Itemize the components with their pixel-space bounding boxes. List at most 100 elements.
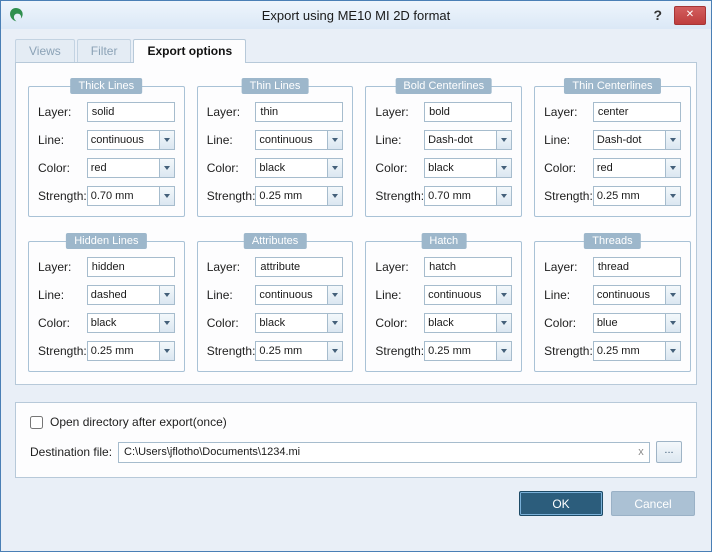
chevron-down-icon[interactable] (327, 187, 343, 205)
layer-input[interactable] (592, 102, 681, 122)
chevron-down-icon[interactable] (158, 342, 174, 360)
group-threads: Threads Layer: Line: Color: (534, 233, 691, 372)
line-dropdown-value[interactable] (593, 131, 665, 149)
help-button[interactable]: ? (649, 7, 666, 23)
open-directory-option[interactable]: Open directory after export(once) (30, 415, 682, 429)
color-dropdown[interactable] (592, 313, 681, 333)
chevron-down-icon[interactable] (664, 159, 680, 177)
cancel-button[interactable]: Cancel (611, 491, 695, 516)
color-dropdown[interactable] (424, 158, 513, 178)
color-dropdown[interactable] (424, 313, 513, 333)
strength-dropdown-value[interactable] (87, 187, 159, 205)
layer-input[interactable] (86, 102, 175, 122)
line-dropdown[interactable] (86, 130, 175, 150)
chevron-down-icon[interactable] (158, 286, 174, 304)
clear-input-button[interactable]: x (633, 442, 649, 462)
line-dropdown[interactable] (255, 130, 344, 150)
strength-dropdown[interactable] (86, 341, 175, 361)
line-label: Line: (375, 288, 402, 302)
line-dropdown-value[interactable] (256, 286, 328, 304)
line-dropdown[interactable] (592, 285, 681, 305)
line-dropdown-value[interactable] (256, 131, 328, 149)
layer-input[interactable] (86, 257, 175, 277)
tab-views[interactable]: Views (15, 39, 75, 62)
chevron-down-icon[interactable] (496, 286, 512, 304)
action-buttons: OK Cancel (17, 491, 695, 516)
color-dropdown[interactable] (86, 313, 175, 333)
chevron-down-icon[interactable] (327, 342, 343, 360)
strength-dropdown-value[interactable] (593, 187, 665, 205)
strength-dropdown-value[interactable] (256, 342, 328, 360)
line-dropdown-value[interactable] (87, 286, 159, 304)
strength-dropdown[interactable] (86, 186, 175, 206)
color-dropdown[interactable] (255, 158, 344, 178)
destination-file-input[interactable] (118, 441, 650, 463)
line-dropdown[interactable] (424, 130, 513, 150)
chevron-down-icon[interactable] (158, 314, 174, 332)
strength-dropdown[interactable] (255, 341, 344, 361)
line-dropdown[interactable] (592, 130, 681, 150)
line-dropdown-value[interactable] (593, 286, 665, 304)
color-dropdown-value[interactable] (87, 159, 159, 177)
line-dropdown[interactable] (255, 285, 344, 305)
chevron-down-icon[interactable] (158, 159, 174, 177)
close-button[interactable]: ✕ (674, 5, 706, 25)
line-dropdown-value[interactable] (87, 131, 159, 149)
strength-dropdown-value[interactable] (593, 342, 665, 360)
line-dropdown-value[interactable] (425, 286, 497, 304)
chevron-down-icon[interactable] (664, 342, 680, 360)
line-dropdown[interactable] (86, 285, 175, 305)
chevron-down-icon[interactable] (158, 131, 174, 149)
color-label: Color: (38, 161, 71, 175)
strength-dropdown[interactable] (592, 186, 681, 206)
color-dropdown[interactable] (592, 158, 681, 178)
chevron-down-icon[interactable] (327, 131, 343, 149)
chevron-down-icon[interactable] (496, 314, 512, 332)
color-dropdown-value[interactable] (593, 159, 665, 177)
strength-label: Strength: (38, 344, 87, 358)
layer-input[interactable] (255, 257, 344, 277)
layer-input[interactable] (592, 257, 681, 277)
browse-button[interactable]: ... (656, 441, 682, 463)
strength-dropdown[interactable] (424, 341, 513, 361)
chevron-down-icon[interactable] (158, 187, 174, 205)
strength-dropdown[interactable] (255, 186, 344, 206)
color-dropdown-value[interactable] (256, 314, 328, 332)
tab-export-options[interactable]: Export options (133, 39, 247, 63)
layer-input[interactable] (255, 102, 344, 122)
chevron-down-icon[interactable] (327, 159, 343, 177)
chevron-down-icon[interactable] (327, 286, 343, 304)
line-dropdown[interactable] (424, 285, 513, 305)
strength-dropdown[interactable] (592, 341, 681, 361)
chevron-down-icon[interactable] (327, 314, 343, 332)
chevron-down-icon[interactable] (496, 159, 512, 177)
titlebar[interactable]: Export using ME10 MI 2D format ? ✕ (1, 1, 711, 29)
layer-input[interactable] (424, 102, 513, 122)
chevron-down-icon[interactable] (664, 286, 680, 304)
strength-dropdown-value[interactable] (256, 187, 328, 205)
chevron-down-icon[interactable] (496, 131, 512, 149)
color-dropdown-value[interactable] (87, 314, 159, 332)
strength-dropdown[interactable] (424, 186, 513, 206)
strength-dropdown-value[interactable] (87, 342, 159, 360)
color-dropdown-value[interactable] (256, 159, 328, 177)
strength-dropdown-value[interactable] (425, 342, 497, 360)
strength-dropdown-value[interactable] (425, 187, 497, 205)
tab-filter[interactable]: Filter (76, 39, 132, 62)
chevron-down-icon[interactable] (664, 131, 680, 149)
open-directory-checkbox[interactable] (30, 415, 43, 429)
color-dropdown-value[interactable] (593, 314, 665, 332)
color-dropdown-value[interactable] (425, 159, 497, 177)
chevron-down-icon[interactable] (664, 187, 680, 205)
layer-input[interactable] (424, 257, 513, 277)
color-dropdown[interactable] (255, 313, 344, 333)
chevron-down-icon[interactable] (664, 314, 680, 332)
line-dropdown-value[interactable] (425, 131, 497, 149)
color-dropdown-value[interactable] (425, 314, 497, 332)
group-hidden-lines: Hidden Lines Layer: Line: Color: (28, 233, 185, 372)
chevron-down-icon[interactable] (496, 187, 512, 205)
ok-button[interactable]: OK (519, 491, 603, 516)
tab-bar: Views Filter Export options (15, 39, 711, 63)
color-dropdown[interactable] (86, 158, 175, 178)
chevron-down-icon[interactable] (496, 342, 512, 360)
